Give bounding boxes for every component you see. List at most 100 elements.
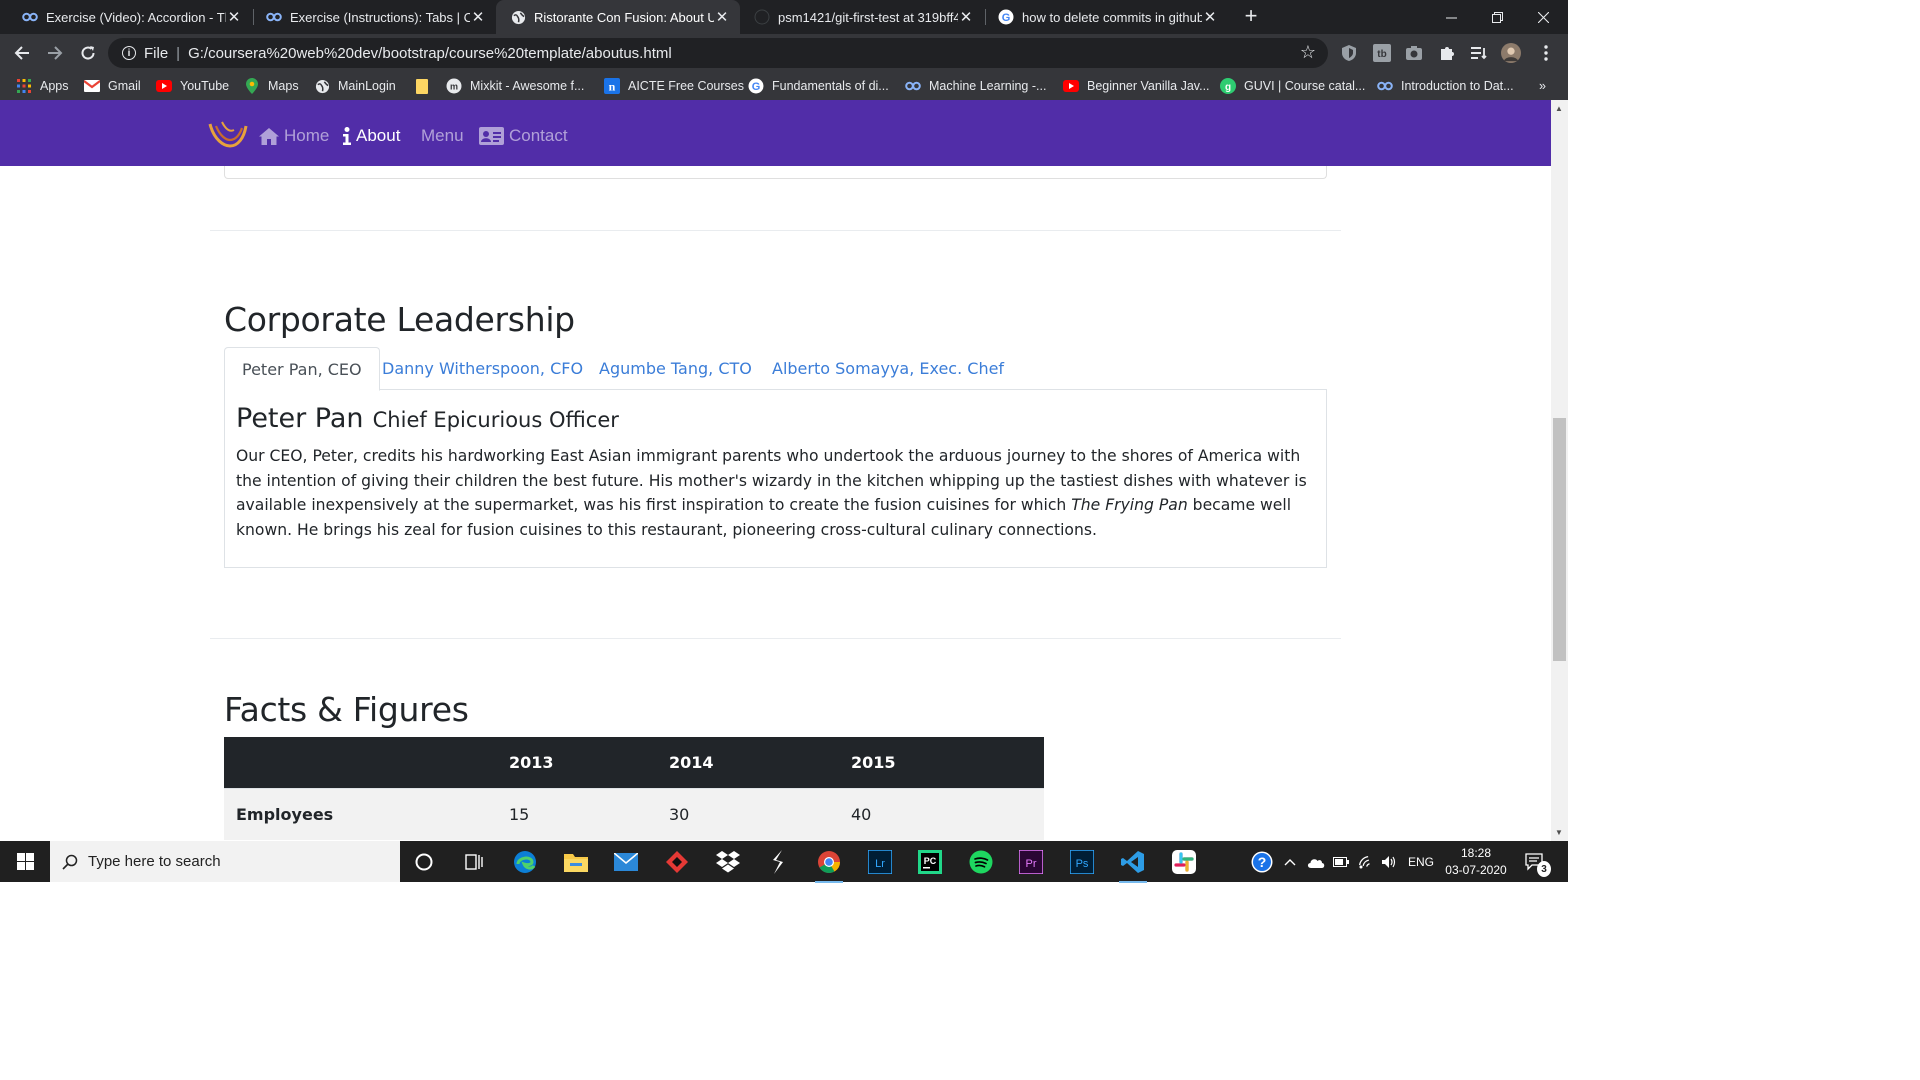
scroll-down-arrow-icon[interactable]: ▼ xyxy=(1555,828,1563,837)
reading-list-icon[interactable] xyxy=(1469,43,1489,63)
bookmark-aicte[interactable]: n AICTE Free Courses xyxy=(604,77,744,95)
nav-contact[interactable]: Contact xyxy=(479,125,568,147)
reload-icon[interactable] xyxy=(76,41,100,65)
address-card-icon xyxy=(479,127,504,145)
clock-time: 18:28 xyxy=(1460,846,1492,860)
bookmark-label: Mixkit - Awesome f... xyxy=(470,79,585,93)
bookmark-maps[interactable]: Maps xyxy=(244,77,299,95)
back-arrow-icon[interactable] xyxy=(10,41,34,65)
browser-menu-icon[interactable] xyxy=(1536,43,1556,63)
tab-agumbe-tang[interactable]: Agumbe Tang, CTO xyxy=(582,347,769,390)
pycharm-icon[interactable]: PC xyxy=(916,848,944,876)
wifi-icon[interactable] xyxy=(1358,841,1374,882)
browser-tab[interactable]: G how to delete commits in github ✕ xyxy=(984,0,1228,34)
bookmark-star-icon[interactable]: ☆ xyxy=(1300,42,1316,63)
avatar[interactable] xyxy=(1501,43,1521,63)
restaurant-logo[interactable] xyxy=(208,118,248,152)
close-icon[interactable]: ✕ xyxy=(1202,9,1218,26)
table-header-cell: 2015 xyxy=(839,737,1044,788)
table-row-label: Employees xyxy=(224,787,497,840)
close-icon[interactable]: ✕ xyxy=(714,9,730,26)
page-scrollbar[interactable]: ▲ ▼ xyxy=(1551,100,1568,841)
red-app-icon[interactable] xyxy=(663,848,691,876)
speaker-icon[interactable] xyxy=(1381,841,1397,882)
spotify-icon[interactable] xyxy=(967,848,995,876)
tab-danny-witherspoon[interactable]: Danny Witherspoon, CFO xyxy=(365,347,600,390)
forward-arrow-icon[interactable] xyxy=(43,41,67,65)
facts-table: 2013 2014 2015 Employees 15 30 40 xyxy=(224,737,1044,840)
bookmarks-overflow-button[interactable]: » xyxy=(1539,77,1546,95)
browser-tab[interactable]: Exercise (Video): Accordion - The ✕ xyxy=(8,0,252,34)
bookmark-machine-learning[interactable]: Machine Learning -... xyxy=(905,77,1046,95)
scroll-up-arrow-icon[interactable]: ▲ xyxy=(1555,104,1563,113)
globe-icon xyxy=(314,78,330,94)
language-indicator[interactable]: ENG xyxy=(1408,841,1434,882)
nav-menu[interactable]: Menu xyxy=(421,125,464,147)
bookmark-label: YouTube xyxy=(180,79,230,93)
tab-alberto-somayya[interactable]: Alberto Somayya, Exec. Chef xyxy=(755,347,1021,390)
coursera-icon xyxy=(1377,78,1393,94)
close-icon[interactable]: ✕ xyxy=(226,9,242,26)
close-icon[interactable]: ✕ xyxy=(958,9,974,26)
help-icon[interactable]: ? xyxy=(1250,841,1274,882)
battery-icon[interactable] xyxy=(1333,841,1349,882)
minimize-icon[interactable] xyxy=(1428,0,1474,34)
restore-icon[interactable] xyxy=(1474,0,1520,34)
dropbox-icon[interactable] xyxy=(714,848,742,876)
youtube-icon xyxy=(156,78,172,94)
bookmark-note[interactable] xyxy=(414,77,438,95)
bookmark-introduction[interactable]: Introduction to Dat... xyxy=(1377,77,1514,95)
shield-extension-icon[interactable] xyxy=(1339,43,1359,63)
bookmark-fundamentals[interactable]: G Fundamentals of di... xyxy=(748,77,889,95)
tray-chevron-up-icon[interactable] xyxy=(1284,841,1296,882)
table-row: Employees 15 30 40 xyxy=(224,787,1044,840)
tab-peter-pan[interactable]: Peter Pan, CEO xyxy=(224,347,380,391)
scrollbar-thumb[interactable] xyxy=(1553,418,1566,661)
onedrive-icon[interactable] xyxy=(1307,841,1325,882)
browser-tab[interactable]: Exercise (Instructions): Tabs | Cou ✕ xyxy=(252,0,496,34)
bookmark-mainlogin[interactable]: MainLogin xyxy=(314,77,396,95)
lightroom-icon[interactable]: Lr xyxy=(866,848,894,876)
mail-icon[interactable] xyxy=(612,848,640,876)
bookmark-gmail[interactable]: Gmail xyxy=(84,77,141,95)
new-tab-button[interactable]: + xyxy=(1240,5,1262,28)
nav-about[interactable]: About xyxy=(343,125,400,147)
camera-extension-icon[interactable] xyxy=(1404,43,1424,63)
leadership-tabs: Peter Pan, CEO Danny Witherspoon, CFO Ag… xyxy=(224,347,1327,391)
taskbar-clock[interactable]: 18:28 03-07-2020 xyxy=(1440,845,1512,879)
vscode-icon[interactable] xyxy=(1119,848,1147,883)
google-icon: G xyxy=(998,9,1014,25)
puzzle-extensions-icon[interactable] xyxy=(1437,43,1457,63)
svg-text:m: m xyxy=(450,82,458,92)
address-bar[interactable]: i File | G:/coursera%20web%20dev/bootstr… xyxy=(108,38,1328,68)
site-info-icon[interactable]: i xyxy=(122,46,136,60)
task-view-icon[interactable] xyxy=(460,848,488,876)
browser-tab-active[interactable]: Ristorante Con Fusion: About Us ✕ xyxy=(496,0,740,34)
tb-extension-icon[interactable]: tb xyxy=(1372,43,1392,63)
edge-icon[interactable] xyxy=(511,848,539,876)
browser-toolbar: i File | G:/coursera%20web%20dev/bootstr… xyxy=(0,34,1568,72)
gmail-icon xyxy=(84,78,100,94)
windows-start-icon[interactable] xyxy=(0,841,50,882)
chrome-icon[interactable] xyxy=(815,848,843,883)
leader-bio: Our CEO, Peter, credits his hardworking … xyxy=(236,444,1321,542)
address-url: G:/coursera%20web%20dev/bootstrap/course… xyxy=(188,44,672,62)
bookmark-vanilla-js[interactable]: Beginner Vanilla Jav... xyxy=(1063,77,1210,95)
bookmark-youtube[interactable]: YouTube xyxy=(156,77,229,95)
info-icon xyxy=(343,127,351,145)
cortana-icon[interactable] xyxy=(410,848,438,876)
bookmark-guvi[interactable]: g GUVI | Course catal... xyxy=(1220,77,1365,95)
sublime-app-icon[interactable] xyxy=(764,848,792,876)
photoshop-icon[interactable]: Ps xyxy=(1068,848,1096,876)
browser-tab[interactable]: psm1421/git-first-test at 319bff4 ✕ xyxy=(740,0,984,34)
slack-icon[interactable] xyxy=(1170,848,1198,876)
taskbar-search-input[interactable]: Type here to search xyxy=(50,841,400,882)
bookmark-apps[interactable]: Apps xyxy=(16,77,69,95)
close-window-icon[interactable] xyxy=(1520,0,1566,34)
premiere-pro-icon[interactable]: Pr xyxy=(1017,848,1045,876)
bookmark-mixkit[interactable]: m Mixkit - Awesome f... xyxy=(446,77,584,95)
section-divider xyxy=(210,230,1341,231)
close-icon[interactable]: ✕ xyxy=(470,9,486,26)
nav-home[interactable]: Home xyxy=(259,125,329,147)
file-explorer-icon[interactable] xyxy=(562,848,590,876)
